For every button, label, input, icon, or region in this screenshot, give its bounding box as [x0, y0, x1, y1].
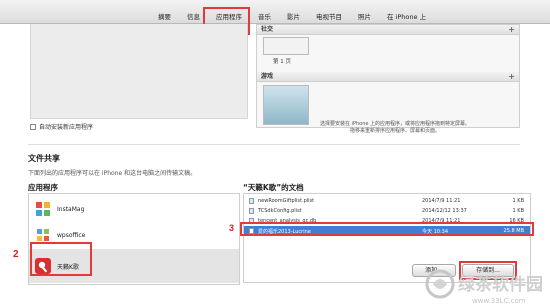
social-section-header: 社交 + — [257, 25, 519, 35]
games-header-label: 游戏 — [261, 73, 274, 80]
callout-number-3: 3 — [229, 223, 235, 233]
watermark-logo: 绿茶软件园 www.33LC.com — [425, 269, 543, 305]
app-name: wpsoffice — [57, 231, 86, 239]
callout-number-2: 2 — [13, 249, 19, 260]
callout-box-document — [240, 222, 534, 236]
callout-box-app — [30, 242, 92, 276]
wpsoffice-icon — [35, 227, 51, 243]
document-size: 1 KB — [512, 198, 524, 204]
document-date: 2014/12/12 13:37 — [422, 208, 467, 214]
hint-line-1: 选择要安装在 iPhone 上的应用程序，或将应用程序拖到特定屏幕。 — [319, 121, 471, 127]
auto-install-checkbox[interactable] — [30, 123, 36, 130]
document-date: 2014/7/9 11:21 — [422, 198, 461, 204]
tab-photos[interactable]: 照片 — [350, 11, 379, 21]
social-page-label: 第 1 页 — [273, 59, 291, 65]
app-list-area — [30, 24, 248, 119]
instamag-icon — [35, 201, 51, 217]
tab-music[interactable]: 音乐 — [250, 11, 279, 21]
games-section-header: 游戏 + — [257, 72, 519, 82]
tab-movies[interactable]: 影片 — [279, 11, 308, 21]
games-add-icon[interactable]: + — [508, 72, 515, 82]
app-name: InstaMag — [57, 205, 85, 213]
document-name: newRoomGiftplist.plist — [258, 198, 315, 204]
auto-install-label: 自动安装新应用程序 — [39, 124, 94, 131]
file-sharing-title: 文件共享 — [28, 154, 60, 163]
app-row-instamag[interactable]: InstaMag — [29, 197, 239, 221]
document-icon — [249, 198, 254, 204]
home-screen-panel: 社交 + 第 1 页 游戏 + — [256, 24, 520, 128]
auto-install-option[interactable]: 自动安装新应用程序 — [30, 122, 93, 131]
games-page-thumbnail[interactable] — [263, 85, 309, 125]
apps-column-title: 应用程序 — [28, 183, 58, 192]
tab-tv-shows[interactable]: 电视节目 — [308, 11, 350, 21]
file-sharing-description: 下面列出的应用程序可以在 iPhone 和这台电脑之间传输文稿。 — [28, 170, 197, 177]
watermark-text: 绿茶软件园 — [458, 274, 543, 295]
tab-on-iphone[interactable]: 在 iPhone 上 — [379, 11, 434, 21]
tab-list: 摘要 信息 应用程序 音乐 影片 电视节目 照片 在 iPhone 上 — [150, 11, 434, 21]
section-divider — [28, 144, 520, 145]
watermark-url: www.33LC.com — [472, 297, 526, 305]
tab-summary[interactable]: 摘要 — [150, 11, 179, 21]
tab-bar: 摘要 信息 应用程序 音乐 影片 电视节目 照片 在 iPhone 上 — [0, 0, 550, 24]
hint-line-2: 拖移来重新排序应用程序、屏幕和页面。 — [349, 128, 440, 134]
social-add-icon[interactable]: + — [508, 25, 515, 35]
social-header-label: 社交 — [261, 26, 274, 33]
social-page-thumbnail[interactable] — [263, 37, 309, 55]
document-row[interactable]: TCSdkConfig.plist 2014/12/12 13:37 1 KB — [244, 206, 530, 216]
document-name: TCSdkConfig.plist — [258, 208, 302, 214]
document-size: 1 KB — [512, 208, 524, 214]
document-icon — [249, 208, 254, 214]
documents-column-title: “天籁K歌”的文档 — [243, 183, 304, 192]
document-row[interactable]: newRoomGiftplist.plist 2014/7/9 11:21 1 … — [244, 196, 530, 206]
